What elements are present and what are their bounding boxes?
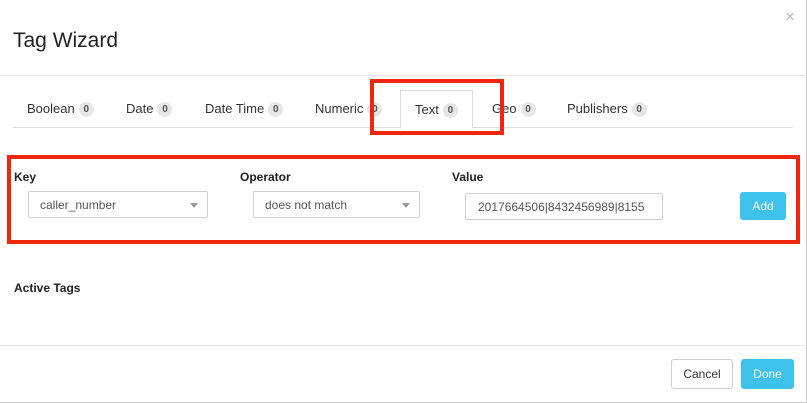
active-tags-heading: Active Tags <box>14 281 81 295</box>
tab-numeric[interactable]: Numeric 0 <box>315 90 383 128</box>
chevron-down-icon <box>190 203 198 208</box>
tab-label: Publishers <box>567 101 628 116</box>
value-label: Value <box>452 170 484 184</box>
tab-count-badge: 0 <box>268 102 284 117</box>
tab-count-badge: 0 <box>442 103 458 118</box>
tab-count-badge: 0 <box>78 102 94 117</box>
value-input[interactable] <box>465 193 663 220</box>
tab-bar: Boolean 0 Date 0 Date Time 0 Numeric 0 Text 0… <box>13 90 793 129</box>
tab-label: Boolean <box>27 101 75 116</box>
header-divider <box>0 75 807 76</box>
cancel-button[interactable]: Cancel <box>671 359 733 389</box>
tab-label: Date Time <box>205 101 265 116</box>
tab-count-badge: 0 <box>157 102 173 117</box>
done-button[interactable]: Done <box>741 359 794 389</box>
tab-publishers[interactable]: Publishers 0 <box>567 90 647 128</box>
tab-label: Text <box>415 102 439 117</box>
chevron-down-icon <box>402 203 410 208</box>
close-icon[interactable]: × <box>783 8 797 26</box>
dialog-title: Tag Wizard <box>13 29 119 52</box>
tab-label: Date <box>126 101 154 116</box>
tab-label: Numeric <box>315 101 364 116</box>
tab-text[interactable]: Text 0 <box>400 90 473 129</box>
tag-wizard-dialog: × Tag Wizard Boolean 0 Date 0 Date Time 0 N… <box>0 0 807 403</box>
tab-date-time[interactable]: Date Time 0 <box>205 90 284 128</box>
tab-count-badge: 0 <box>367 102 383 117</box>
tab-count-badge: 0 <box>631 102 647 117</box>
tab-count-badge: 0 <box>520 102 536 117</box>
operator-select[interactable]: does not match <box>253 191 420 218</box>
key-select[interactable]: caller_number <box>28 191 208 218</box>
operator-select-value: does not match <box>265 198 348 212</box>
add-button[interactable]: Add <box>740 192 786 220</box>
key-select-value: caller_number <box>40 198 117 212</box>
tab-date[interactable]: Date 0 <box>126 90 173 128</box>
tab-label: Geo <box>492 101 517 116</box>
operator-label: Operator <box>240 170 291 184</box>
key-label: Key <box>14 170 37 184</box>
tab-geo[interactable]: Geo 0 <box>492 90 536 128</box>
tab-boolean[interactable]: Boolean 0 <box>27 90 94 128</box>
footer-divider <box>0 345 807 346</box>
